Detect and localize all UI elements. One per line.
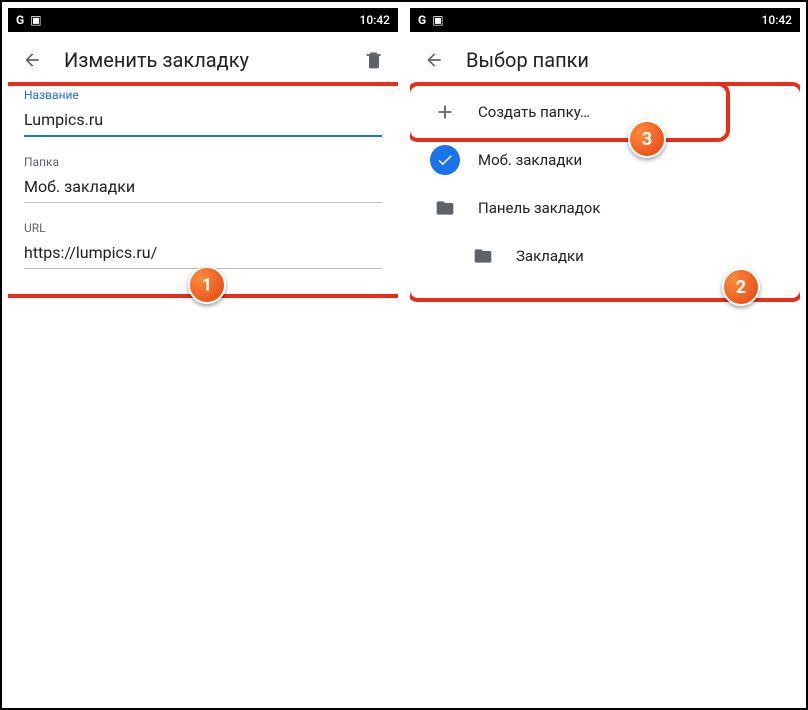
- plus-icon: [430, 97, 460, 127]
- clock: 10:42: [360, 13, 390, 27]
- phone-right: G ▣ 10:42 Выбор папки Создать папку…: [410, 8, 800, 702]
- folder-label: Папка: [24, 155, 382, 169]
- folder-item-label: Панель закладок: [478, 199, 600, 217]
- name-label: Название: [24, 88, 382, 102]
- url-label: URL: [24, 221, 382, 235]
- back-icon[interactable]: [422, 48, 446, 72]
- app-icon: ▣: [30, 13, 41, 27]
- app-icon: ▣: [432, 13, 443, 27]
- name-input[interactable]: Lumpics.ru: [24, 106, 382, 137]
- check-icon: [430, 145, 460, 175]
- folder-item-label: Создать папку…: [478, 103, 590, 121]
- folder-row-nested[interactable]: Закладки: [422, 232, 788, 280]
- badge-1: 1: [188, 266, 226, 304]
- app-bar: Выбор папки: [410, 32, 800, 88]
- folder-item-label: Закладки: [516, 247, 584, 265]
- delete-icon[interactable]: [362, 48, 386, 72]
- back-icon[interactable]: [20, 48, 44, 72]
- folder-icon: [468, 241, 498, 271]
- page-title: Выбор папки: [466, 48, 788, 72]
- folder-input[interactable]: Моб. закладки: [24, 173, 382, 203]
- folder-item-label: Моб. закладки: [478, 151, 582, 169]
- folder-row[interactable]: Панель закладок: [422, 184, 788, 232]
- page-title: Изменить закладку: [64, 48, 342, 72]
- folder-icon: [430, 193, 460, 223]
- status-bar: G ▣ 10:42: [410, 8, 800, 32]
- tutorial-image: G ▣ 10:42 Изменить закладку Название Lum…: [0, 0, 808, 710]
- create-folder-row[interactable]: Создать папку…: [422, 88, 788, 136]
- google-icon: G: [16, 13, 24, 27]
- phone-left: G ▣ 10:42 Изменить закладку Название Lum…: [8, 8, 398, 702]
- google-icon: G: [418, 13, 426, 27]
- folder-row-selected[interactable]: Моб. закладки: [422, 136, 788, 184]
- clock: 10:42: [762, 13, 792, 27]
- status-bar: G ▣ 10:42: [8, 8, 398, 32]
- app-bar: Изменить закладку: [8, 32, 398, 88]
- url-input[interactable]: https://lumpics.ru/: [24, 239, 382, 269]
